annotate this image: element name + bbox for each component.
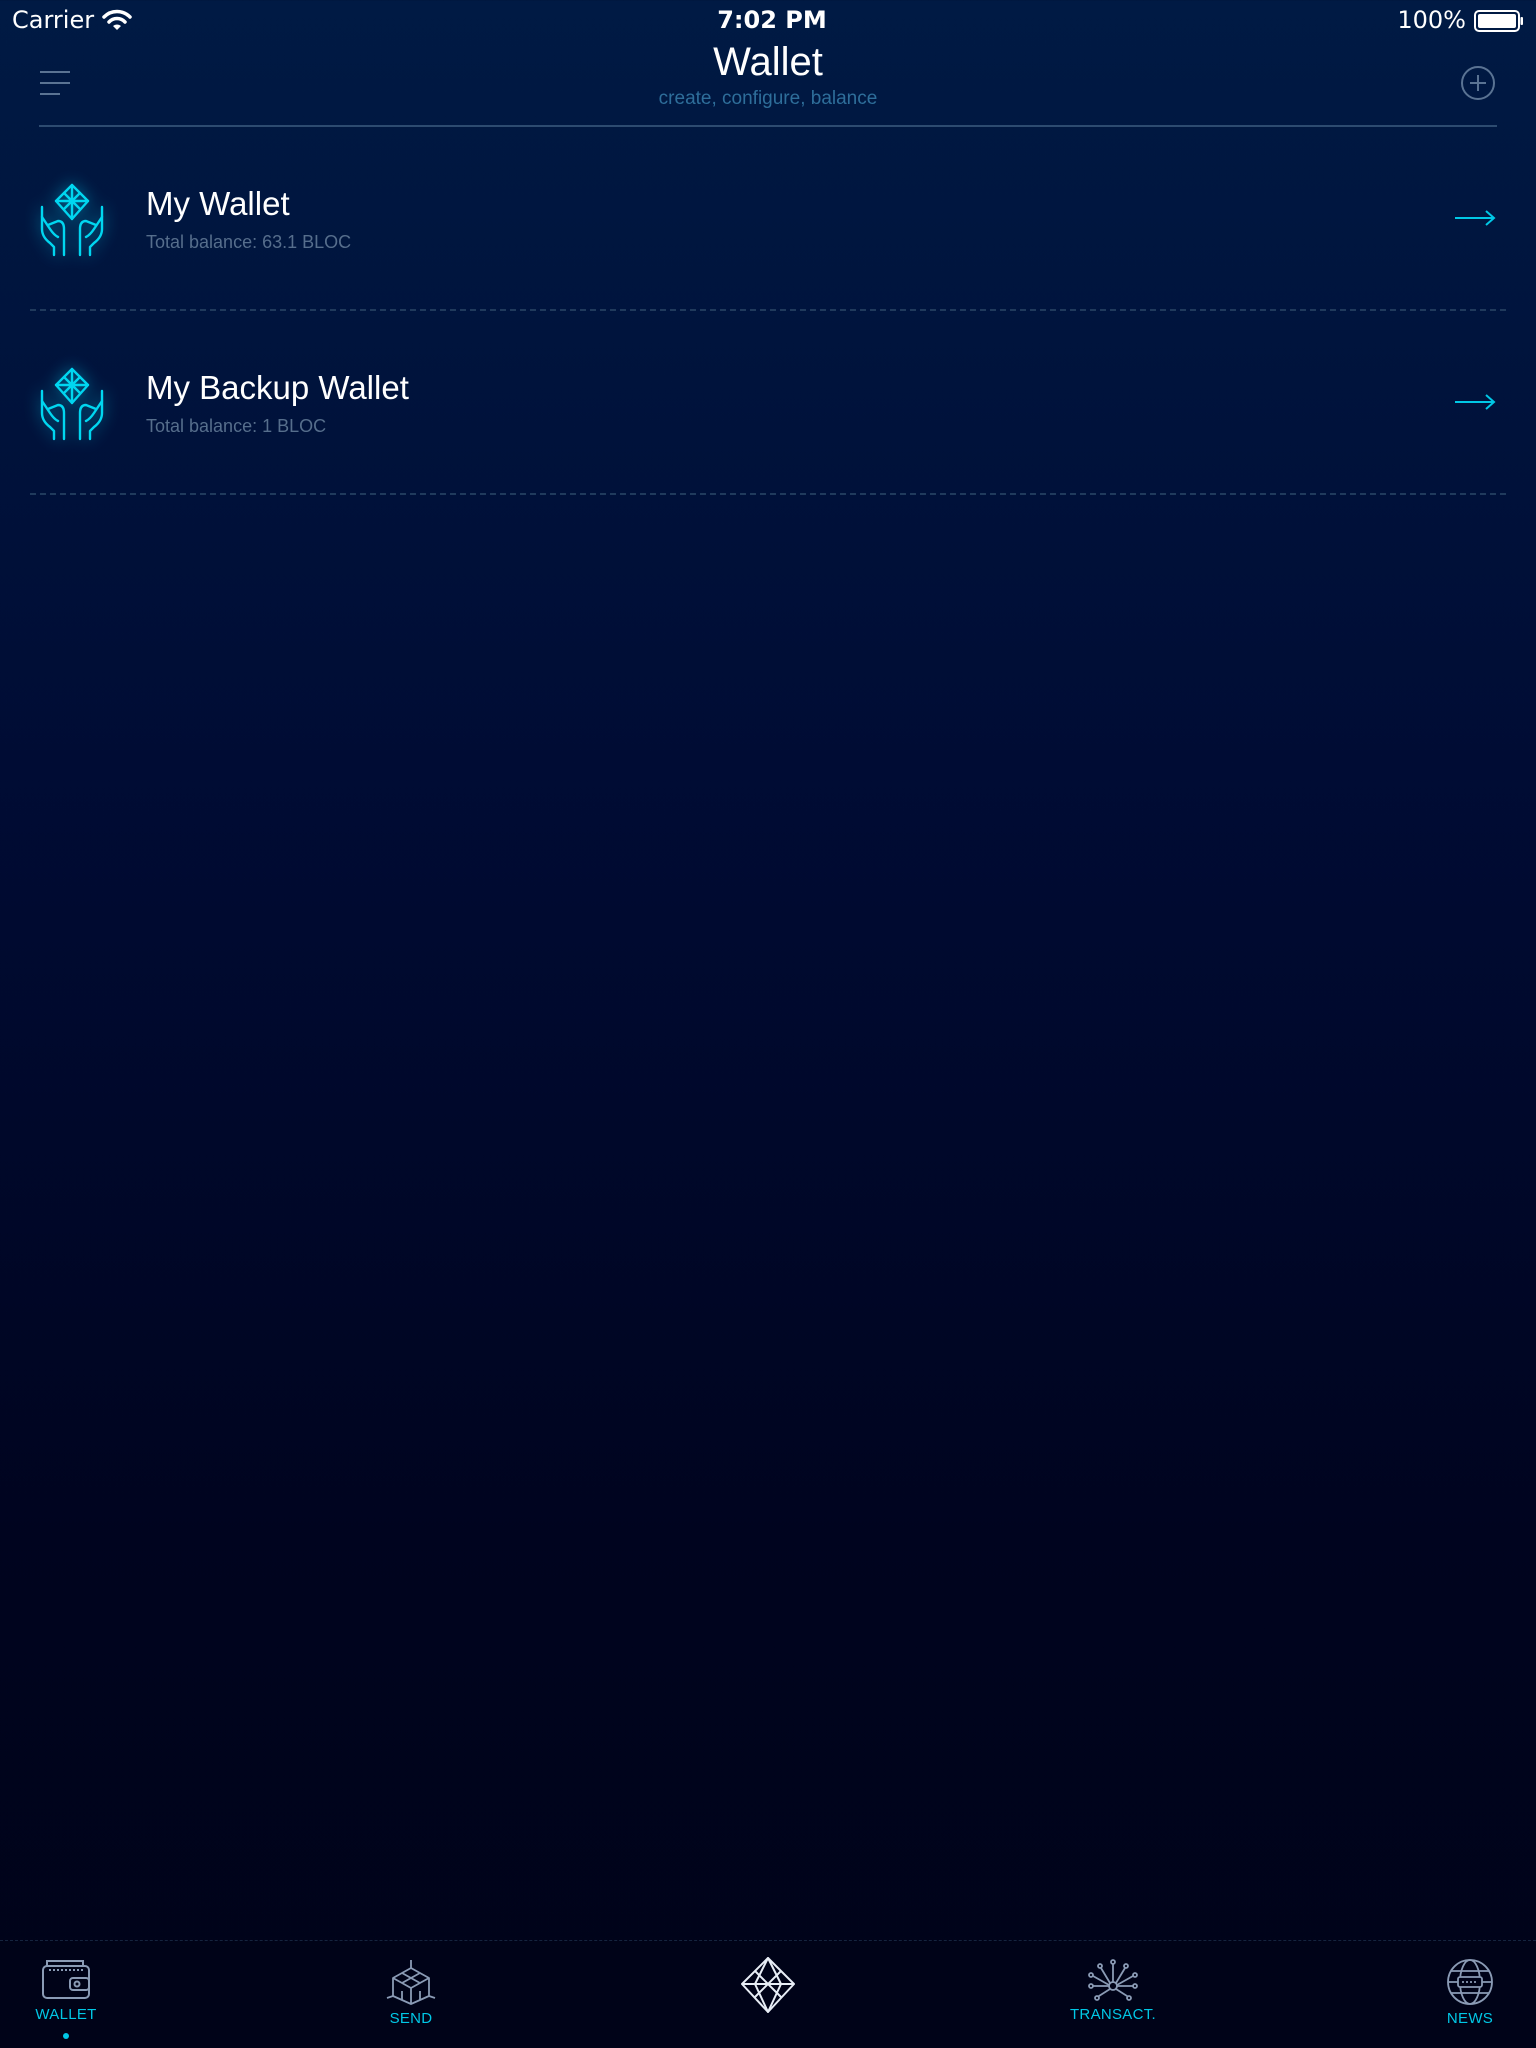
wallet-row-my-wallet[interactable]: My Wallet Total balance: 63.1 BLOC bbox=[0, 127, 1536, 311]
wallet-list: My Wallet Total balance: 63.1 BLOC My Ba… bbox=[0, 127, 1536, 495]
wallet-name: My Wallet bbox=[146, 185, 290, 222]
wallet-balance: Total balance: 63.1 BLOC bbox=[146, 232, 352, 252]
clock: 7:02 PM bbox=[717, 6, 827, 34]
crystal-logo-icon bbox=[741, 1957, 795, 2013]
tab-send[interactable]: SEND bbox=[361, 1941, 461, 2048]
tab-bar: WALLET SEND TRANSACT. NEWS bbox=[0, 1940, 1536, 2048]
plus-circle-icon[interactable] bbox=[1459, 64, 1497, 102]
row-divider bbox=[30, 493, 1506, 495]
tab-label: WALLET bbox=[35, 2006, 97, 2023]
send-cube-icon bbox=[386, 1960, 436, 2005]
globe-news-icon bbox=[1447, 1959, 1493, 2005]
battery-percentage: 100% bbox=[1397, 6, 1466, 34]
transactions-network-icon bbox=[1088, 1959, 1138, 2001]
hands-holding-crystal-icon bbox=[40, 183, 104, 257]
status-bar: Carrier 7:02 PM 100% bbox=[0, 0, 1536, 40]
tab-crystal-home[interactable] bbox=[718, 1941, 818, 2048]
header: Wallet create, configure, balance bbox=[0, 40, 1536, 126]
hands-holding-crystal-icon bbox=[40, 367, 104, 441]
tab-news[interactable]: NEWS bbox=[1420, 1941, 1520, 2048]
wallet-balance: Total balance: 1 BLOC bbox=[146, 416, 327, 436]
tab-label: TRANSACT. bbox=[1069, 2006, 1157, 2023]
page-subtitle: create, configure, balance bbox=[658, 88, 878, 109]
tab-label: NEWS bbox=[1446, 2010, 1494, 2027]
arrow-right-icon[interactable] bbox=[1453, 391, 1497, 413]
page-title: Wallet bbox=[713, 40, 823, 84]
tab-transactions[interactable]: TRANSACT. bbox=[1063, 1941, 1163, 2048]
wallet-row-my-backup-wallet[interactable]: My Backup Wallet Total balance: 1 BLOC bbox=[0, 311, 1536, 495]
arrow-right-icon[interactable] bbox=[1453, 207, 1497, 229]
active-indicator bbox=[63, 2033, 69, 2039]
battery-icon bbox=[1474, 10, 1523, 32]
wallet-icon bbox=[42, 1960, 90, 1999]
tab-wallet[interactable]: WALLET bbox=[16, 1941, 116, 2048]
wallet-name: My Backup Wallet bbox=[146, 369, 409, 406]
tab-label: SEND bbox=[389, 2010, 433, 2027]
